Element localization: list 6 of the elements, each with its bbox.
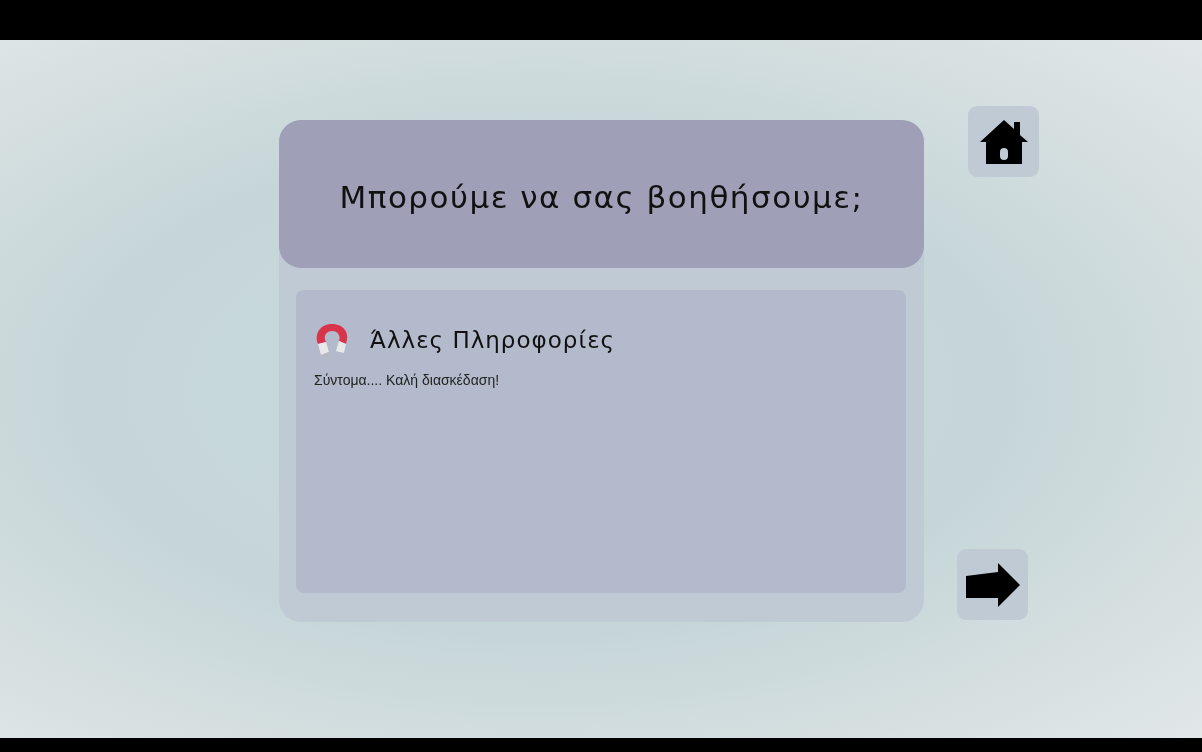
next-button[interactable] bbox=[957, 549, 1028, 620]
section-heading: Άλλες Πληροφορίες bbox=[370, 327, 616, 353]
home-button[interactable] bbox=[968, 106, 1039, 177]
section-text: Σύντομα.... Καλή διασκέδαση! bbox=[314, 372, 501, 388]
arrow-right-icon bbox=[963, 561, 1022, 608]
dialog-title: Μπορούμε να σας βοηθήσουμε; bbox=[339, 178, 864, 215]
